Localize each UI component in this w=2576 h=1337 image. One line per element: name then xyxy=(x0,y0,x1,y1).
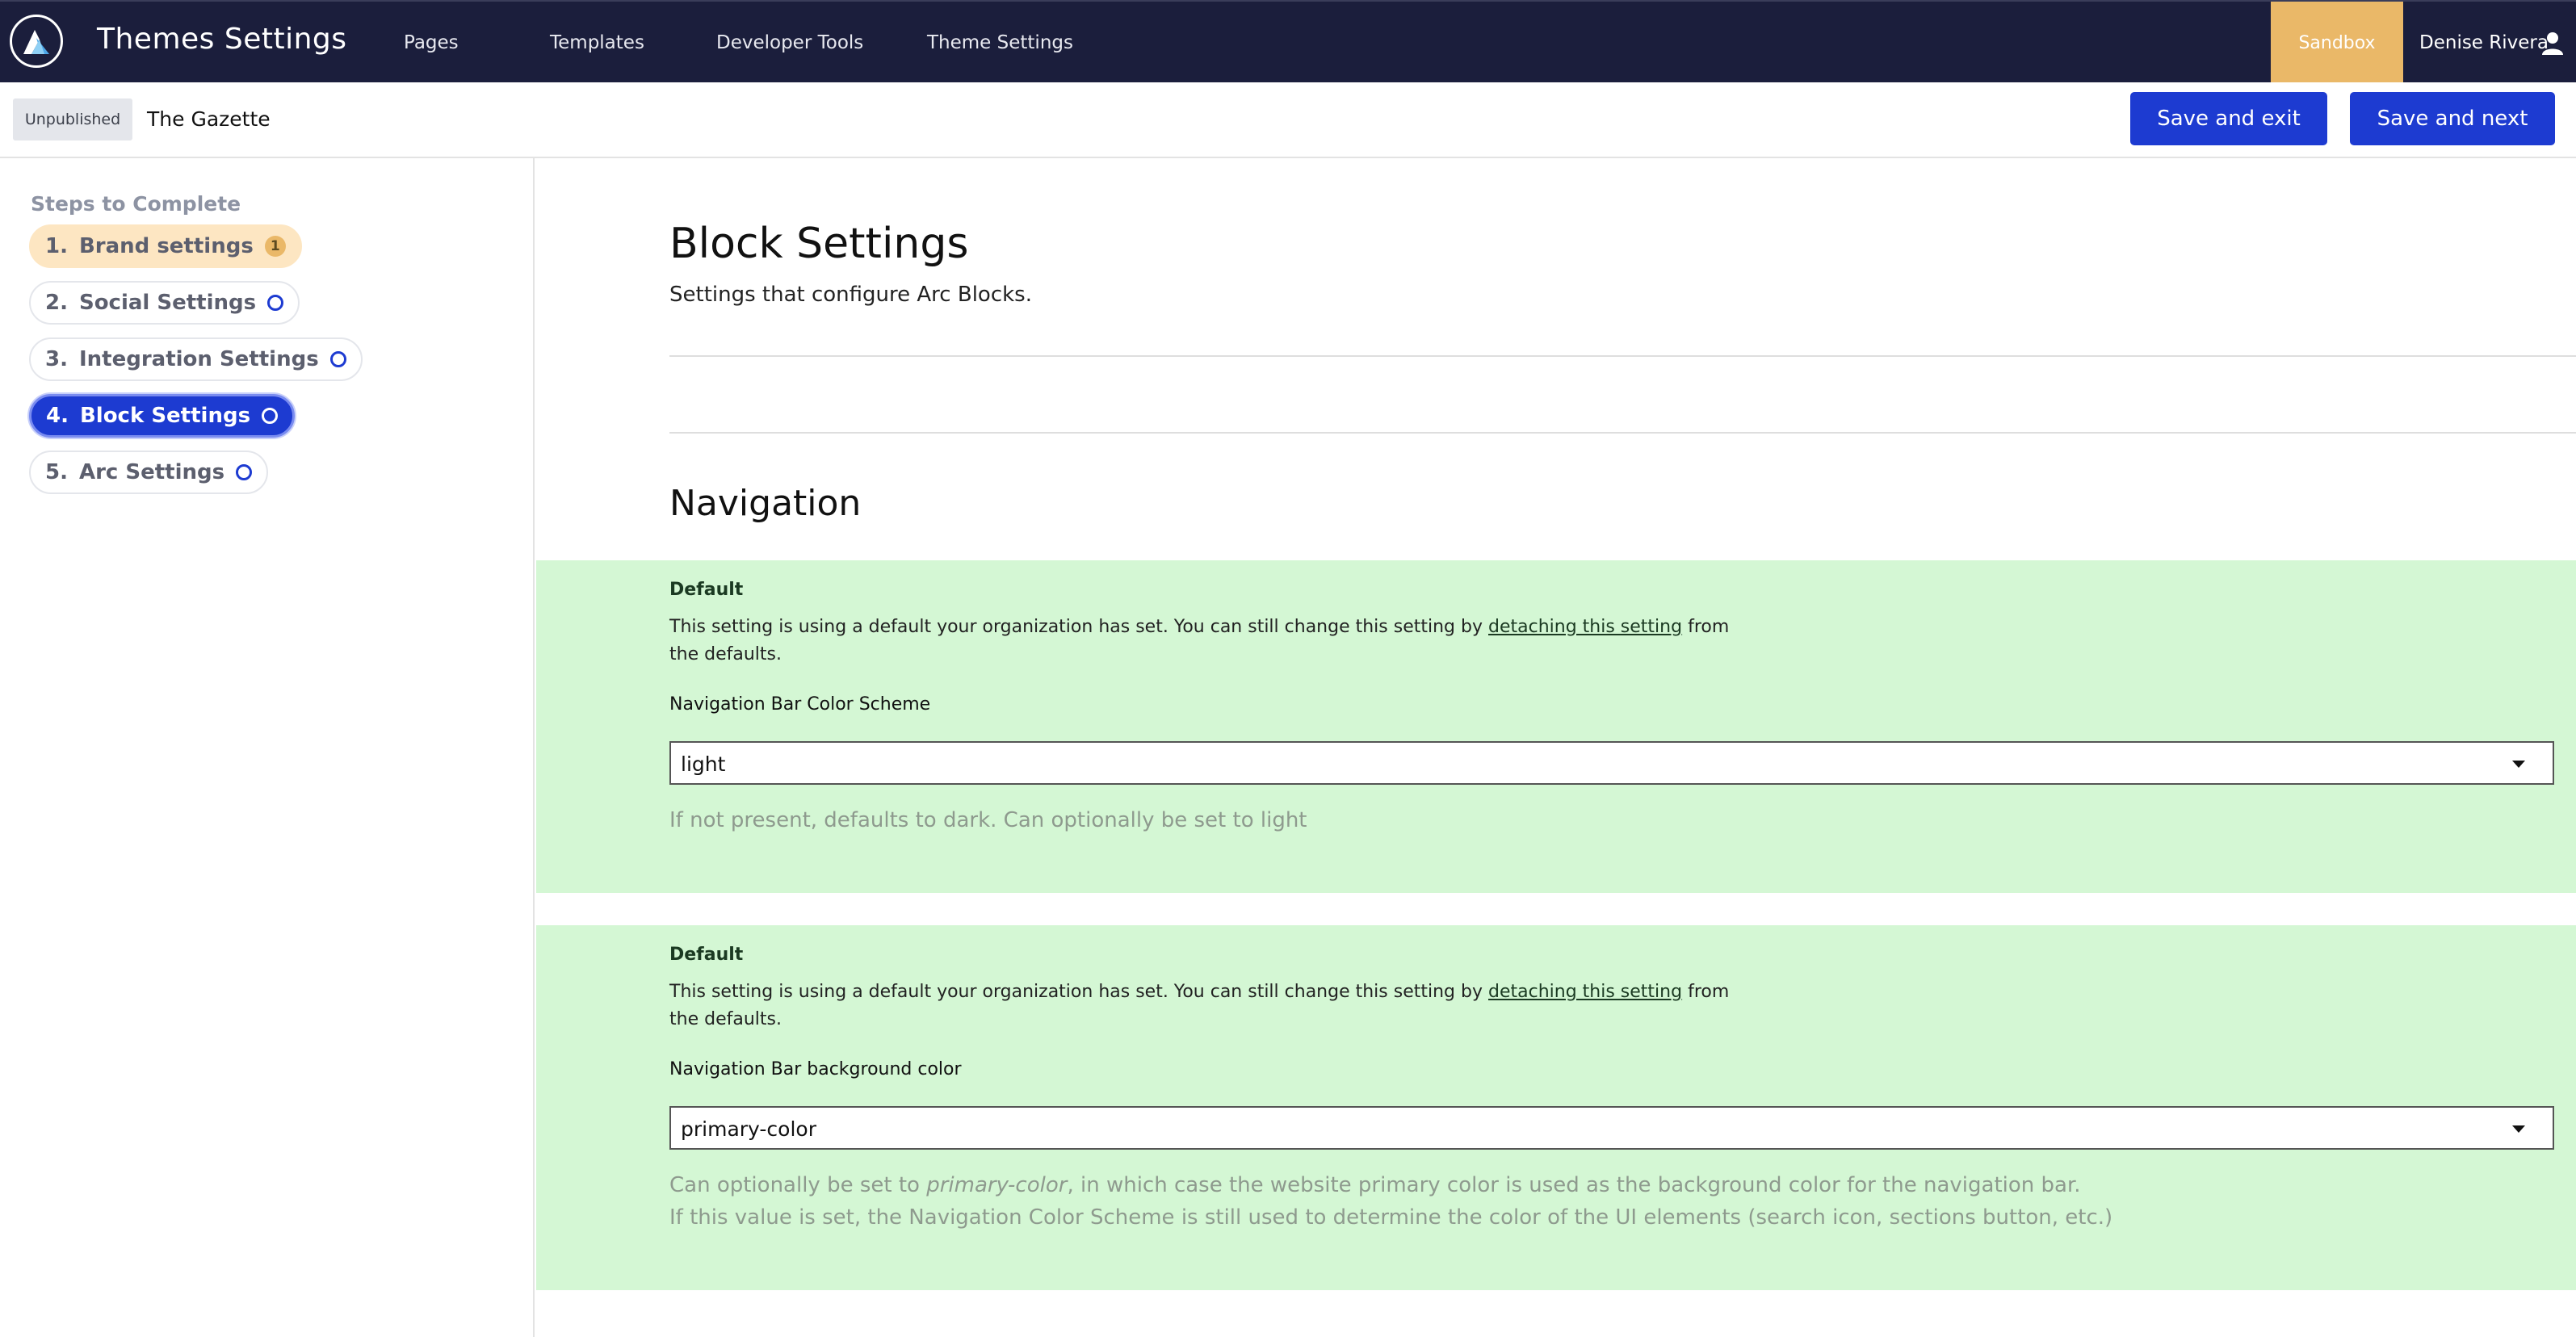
step-label: Social Settings xyxy=(78,291,257,315)
setting-panel-color-scheme: Default This setting is using a default … xyxy=(536,560,2576,893)
save-and-next-button[interactable]: Save and next xyxy=(2350,92,2555,145)
step-number: 2. xyxy=(45,291,68,315)
warning-count-badge: 1 xyxy=(264,236,286,257)
steps-sidebar: Steps to Complete 1. Brand settings 1 2.… xyxy=(0,158,535,1337)
field-label: Navigation Bar Color Scheme xyxy=(669,694,931,715)
step-number: 3. xyxy=(45,347,68,371)
status-badge: Unpublished xyxy=(13,98,132,140)
incomplete-circle-icon xyxy=(262,408,279,424)
step-label: Arc Settings xyxy=(78,460,225,484)
site-name: The Gazette xyxy=(147,107,271,131)
step-social-settings[interactable]: 2. Social Settings xyxy=(29,281,300,325)
help-text: If not present, defaults to dark. Can op… xyxy=(669,808,1307,832)
default-label: Default xyxy=(669,945,744,965)
default-notice: This setting is using a default your org… xyxy=(669,614,1752,668)
app-title: Themes Settings xyxy=(97,23,347,56)
step-integration-settings[interactable]: 3. Integration Settings xyxy=(29,337,363,381)
detach-setting-link[interactable]: detaching this setting xyxy=(1488,617,1682,637)
chevron-down-icon xyxy=(2512,761,2525,768)
step-brand-settings[interactable]: 1. Brand settings 1 xyxy=(29,224,302,268)
background-color-select[interactable]: primary-color xyxy=(669,1106,2554,1150)
incomplete-circle-icon xyxy=(267,295,284,311)
user-name[interactable]: Denise Rivera xyxy=(2419,32,2549,53)
help-text-line2: If this value is set, the Navigation Col… xyxy=(669,1205,2113,1230)
nav-link-pages[interactable]: Pages xyxy=(404,32,459,53)
step-number: 5. xyxy=(45,460,68,484)
chevron-down-icon xyxy=(2512,1125,2525,1133)
step-block-settings[interactable]: 4. Block Settings xyxy=(29,394,296,438)
step-label: Block Settings xyxy=(79,404,251,428)
step-label: Brand settings xyxy=(78,234,254,258)
help-text-part: , in which case the website primary colo… xyxy=(1067,1173,2081,1197)
nav-link-theme-settings[interactable]: Theme Settings xyxy=(927,32,1073,53)
default-label: Default xyxy=(669,580,744,600)
arc-logo-icon[interactable] xyxy=(10,15,63,68)
step-label: Integration Settings xyxy=(78,347,319,371)
site-header: Unpublished The Gazette Save and exit Sa… xyxy=(0,82,2576,158)
environment-badge[interactable]: Sandbox xyxy=(2271,2,2403,84)
page-description: Settings that configure Arc Blocks. xyxy=(669,283,1032,307)
help-text-part: Can optionally be set to xyxy=(669,1173,927,1197)
default-notice: This setting is using a default your org… xyxy=(669,979,1752,1033)
select-value: light xyxy=(681,752,726,776)
color-scheme-select[interactable]: light xyxy=(669,741,2554,785)
step-number: 1. xyxy=(45,234,68,258)
save-and-exit-button[interactable]: Save and exit xyxy=(2130,92,2327,145)
setting-panel-background-color: Default This setting is using a default … xyxy=(536,925,2576,1290)
section-title: Navigation xyxy=(669,483,862,524)
detach-setting-link[interactable]: detaching this setting xyxy=(1488,982,1682,1002)
divider xyxy=(669,355,2576,357)
help-text-emphasis: primary-color xyxy=(926,1173,1068,1197)
user-icon[interactable] xyxy=(2540,31,2565,58)
divider xyxy=(669,432,2576,434)
nav-link-developer-tools[interactable]: Developer Tools xyxy=(716,32,863,53)
notice-text: This setting is using a default your org… xyxy=(669,982,1488,1002)
field-label: Navigation Bar background color xyxy=(669,1059,962,1079)
notice-text: This setting is using a default your org… xyxy=(669,617,1488,637)
help-text: Can optionally be set to primary-color, … xyxy=(669,1169,2081,1201)
step-arc-settings[interactable]: 5. Arc Settings xyxy=(29,451,269,494)
incomplete-circle-icon xyxy=(236,464,253,480)
step-number: 4. xyxy=(46,404,69,428)
page-title: Block Settings xyxy=(669,220,969,268)
steps-title: Steps to Complete xyxy=(31,192,241,216)
incomplete-circle-icon xyxy=(329,351,346,367)
nav-link-templates[interactable]: Templates xyxy=(550,32,644,53)
select-value: primary-color xyxy=(681,1117,816,1141)
top-navigation-bar: Themes Settings Pages Templates Develope… xyxy=(0,0,2576,84)
